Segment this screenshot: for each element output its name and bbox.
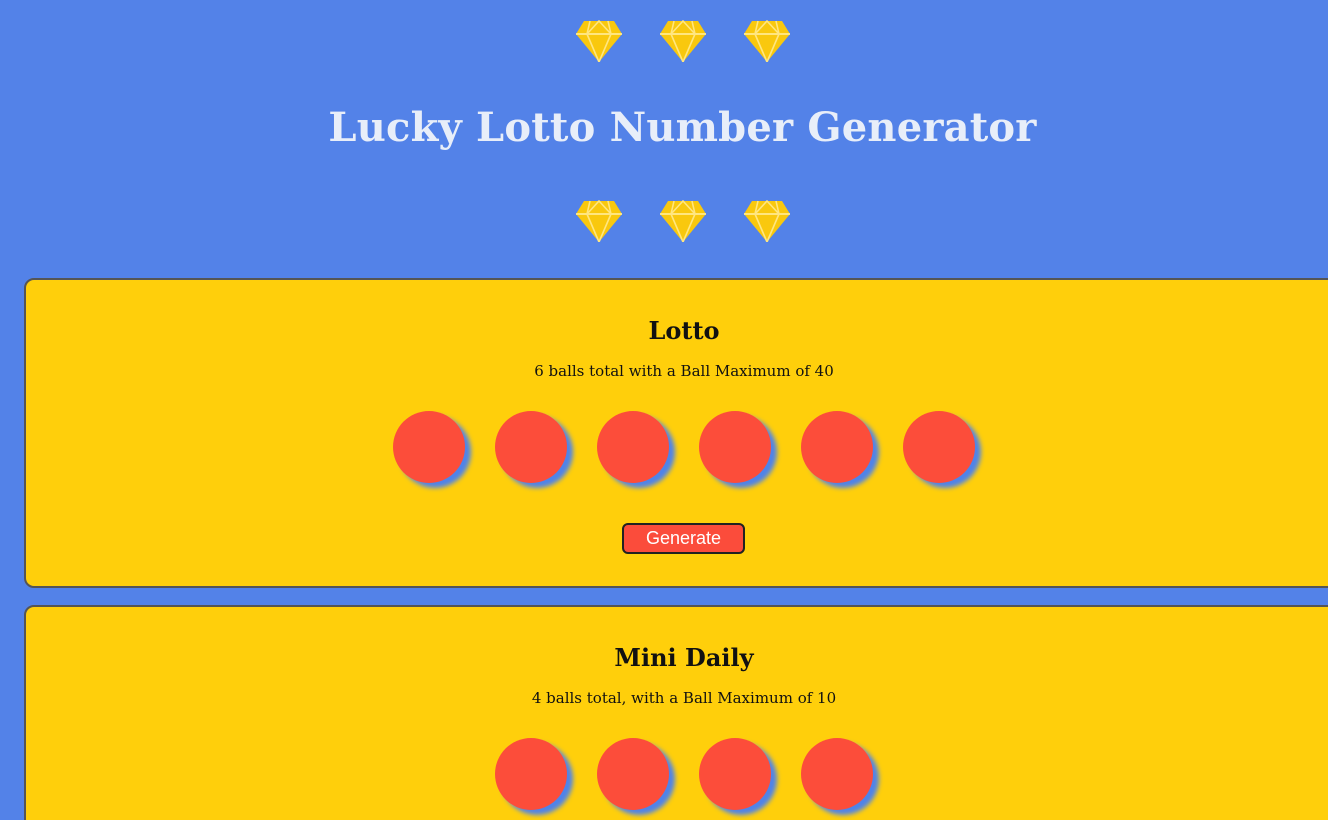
lotto-title: Lotto: [648, 316, 720, 345]
diamond-icon: [575, 20, 622, 62]
lotto-generate-button[interactable]: Generate: [622, 523, 745, 554]
mini-daily-card: Mini Daily 4 balls total, with a Ball Ma…: [24, 605, 1328, 820]
header-diamonds-top: [0, 20, 1328, 62]
mini-daily-ball: [801, 738, 873, 810]
mini-daily-balls: [26, 738, 1328, 810]
header-diamonds-bottom: [0, 200, 1328, 242]
lotto-card: Lotto 6 balls total with a Ball Maximum …: [24, 278, 1328, 588]
lotto-ball: [393, 411, 465, 483]
mini-daily-title: Mini Daily: [614, 643, 754, 672]
mini-daily-ball: [699, 738, 771, 810]
lotto-ball: [495, 411, 567, 483]
mini-daily-ball: [495, 738, 567, 810]
lotto-ball: [699, 411, 771, 483]
page-title: Lucky Lotto Number Generator: [328, 104, 1037, 151]
page: Lucky Lotto Number Generator Lotto 6 bal…: [0, 0, 1328, 820]
mini-daily-ball: [597, 738, 669, 810]
lotto-description: 6 balls total with a Ball Maximum of 40: [534, 362, 834, 380]
diamond-icon: [659, 200, 706, 242]
lotto-ball: [903, 411, 975, 483]
diamond-icon: [659, 20, 706, 62]
lotto-ball: [801, 411, 873, 483]
diamond-icon: [575, 200, 622, 242]
mini-daily-description: 4 balls total, with a Ball Maximum of 10: [531, 689, 837, 707]
diamond-icon: [743, 200, 790, 242]
diamond-icon: [743, 20, 790, 62]
lotto-balls: [26, 411, 1328, 483]
lotto-ball: [597, 411, 669, 483]
